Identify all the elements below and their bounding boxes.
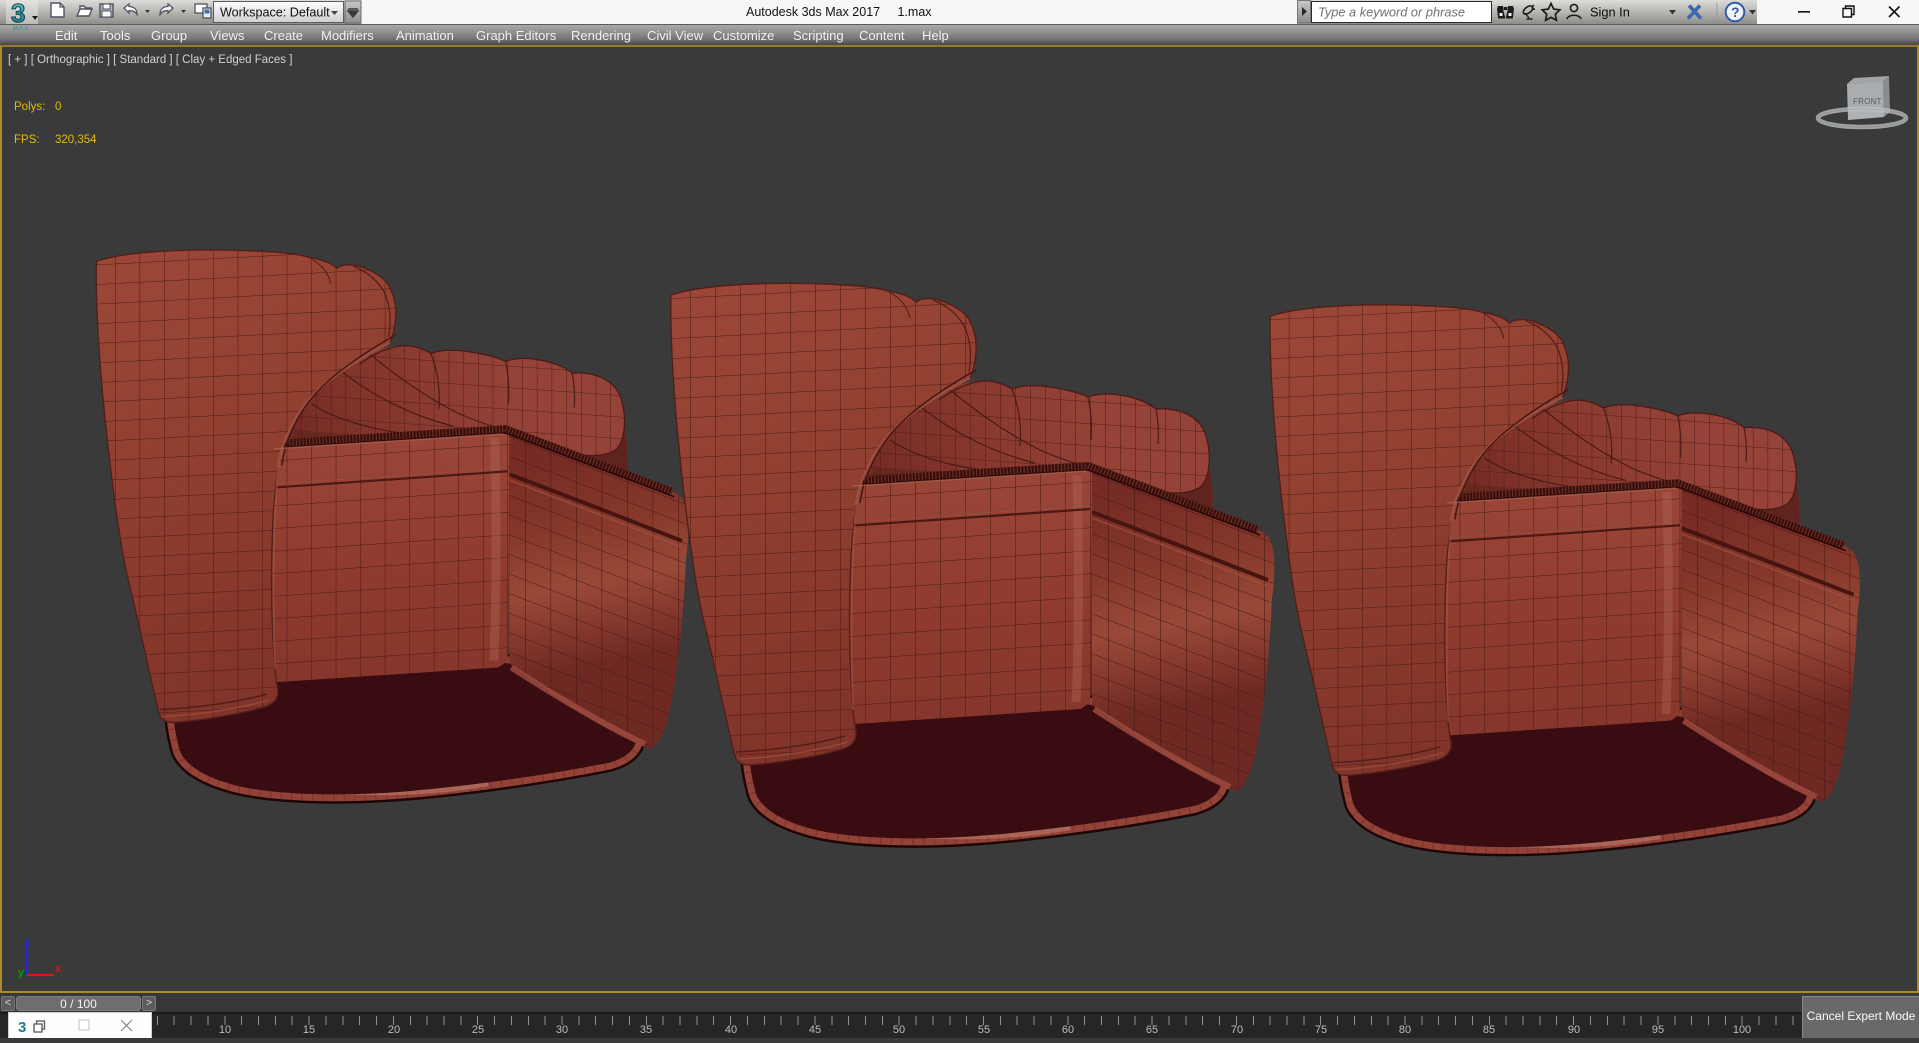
svg-text:Type a keyword or phrase: Type a keyword or phrase [1318,5,1465,20]
svg-text:MAX: MAX [13,25,29,32]
svg-text:z: z [24,936,30,948]
svg-text:Sign In: Sign In [1590,5,1630,20]
svg-text:x: x [55,963,62,975]
svg-text:y: y [18,967,25,979]
svg-text:3: 3 [11,0,25,28]
svg-text:Workspace: Default: Workspace: Default [220,6,330,20]
svg-text:FRONT: FRONT [1853,97,1882,106]
svg-text:?: ? [1731,4,1740,20]
svg-text:3: 3 [18,1019,26,1036]
